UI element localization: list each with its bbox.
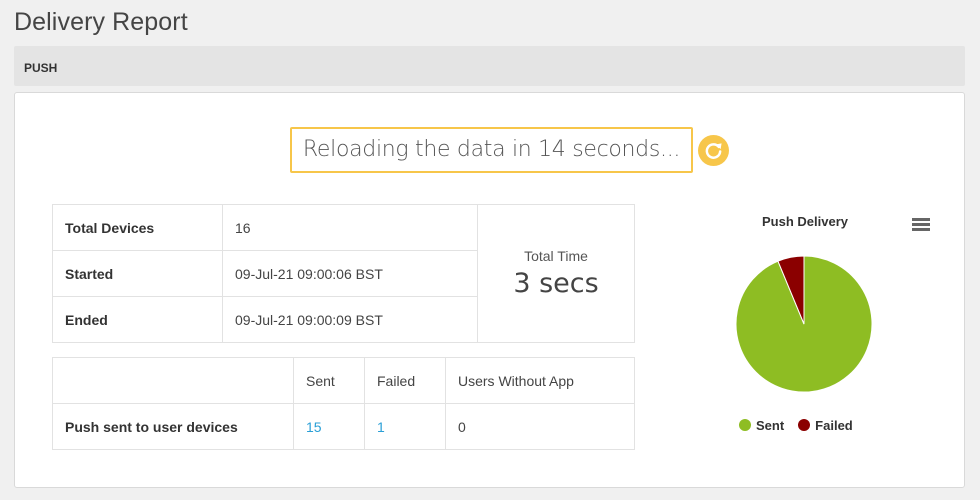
legend-item-failed[interactable]: Failed [798, 418, 853, 433]
total-time-value: 3 secs [513, 268, 599, 299]
legend-dot-icon [739, 419, 751, 431]
legend-dot-icon [798, 419, 811, 431]
delivery-stats-table: Sent Failed Users Without App Push sent … [52, 357, 635, 450]
failed-count-link[interactable]: 1 [377, 419, 385, 435]
legend-label: Failed [815, 418, 853, 433]
section-header: PUSH [14, 46, 965, 86]
sent-count-cell: 15 [293, 403, 365, 450]
row-label: Push sent to user devices [52, 403, 294, 450]
chart-menu-icon[interactable] [912, 218, 930, 232]
chart-legend: Sent Failed [739, 418, 867, 433]
total-time-cell: Total Time 3 secs [477, 204, 635, 343]
column-header-empty [52, 357, 294, 404]
sent-count-link[interactable]: 15 [306, 419, 322, 435]
report-panel: Reloading the data in 14 seconds... Tota… [14, 92, 965, 488]
chart-title: Push Delivery [762, 214, 848, 229]
column-header-failed: Failed [364, 357, 446, 404]
pie-chart [735, 255, 873, 393]
summary-table: Total Devices 16 Total Time 3 secs Start… [52, 204, 635, 343]
table-row: Push sent to user devices 15 1 0 [52, 403, 635, 450]
table-row: Total Devices 16 Total Time 3 secs [52, 204, 635, 343]
refresh-icon[interactable] [698, 135, 729, 166]
legend-item-sent[interactable]: Sent [739, 418, 784, 433]
ended-label: Ended [52, 296, 223, 343]
legend-label: Sent [756, 418, 785, 433]
reload-status: Reloading the data in 14 seconds... [290, 127, 693, 173]
total-time-label: Total Time [524, 248, 588, 264]
failed-count-cell: 1 [364, 403, 446, 450]
column-header-sent: Sent [293, 357, 365, 404]
without-app-count: 0 [445, 403, 635, 450]
table-header-row: Sent Failed Users Without App [52, 357, 635, 404]
started-label: Started [52, 250, 223, 297]
total-devices-label: Total Devices [52, 204, 223, 251]
ended-value: 09-Jul-21 09:00:09 BST [222, 296, 478, 343]
total-devices-value: 16 [222, 204, 478, 251]
page-title: Delivery Report [14, 8, 188, 36]
column-header-users-without-app: Users Without App [445, 357, 635, 404]
started-value: 09-Jul-21 09:00:06 BST [222, 250, 478, 297]
